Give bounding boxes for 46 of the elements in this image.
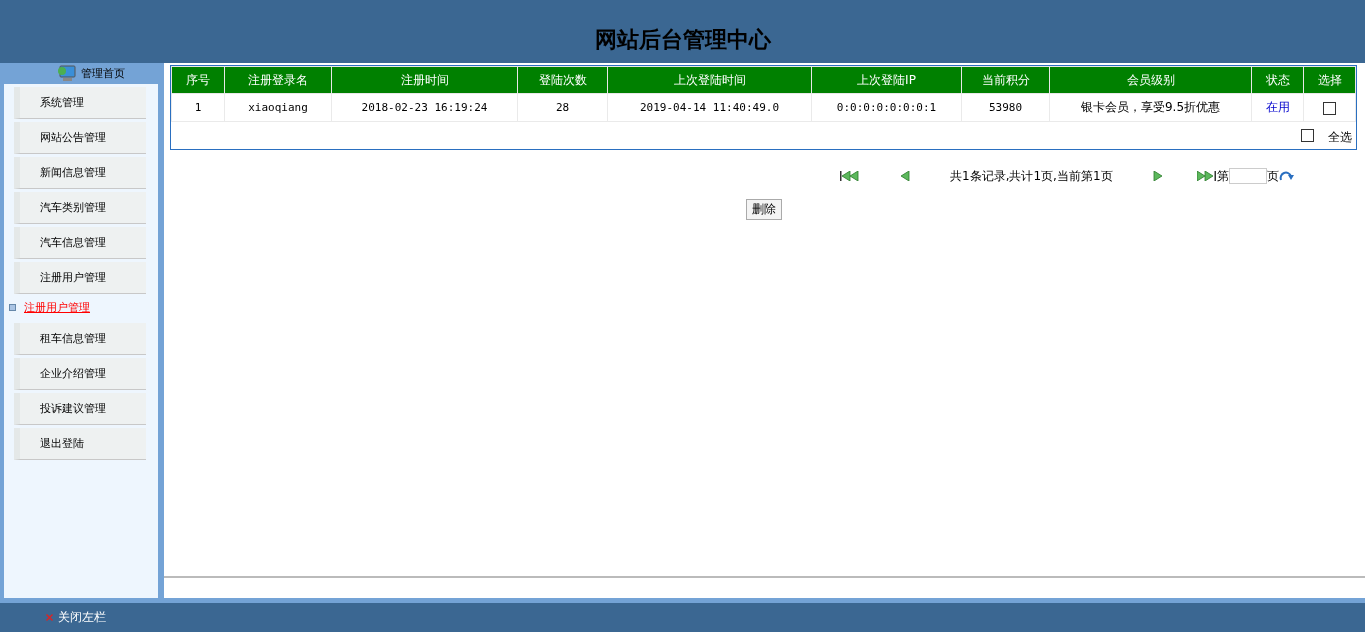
delete-button[interactable]: 删除 — [745, 199, 782, 220]
table-cell: 28 — [517, 93, 608, 122]
sidebar-link[interactable]: 注册用户管理 — [24, 299, 90, 315]
bullet-icon — [9, 303, 16, 311]
page-summary: 共1条记录,共计1页,当前第1页 — [950, 167, 1113, 185]
column-header: 注册时间 — [331, 66, 518, 94]
page-prefix: 第 — [1216, 167, 1229, 185]
table-cell: 2018-02-23 16:19:24 — [331, 93, 518, 122]
column-header: 选择 — [1303, 66, 1356, 94]
table-cell: xiaoqiang — [224, 93, 332, 122]
table-cell: 1 — [171, 93, 225, 122]
first-page-icon[interactable] — [840, 171, 860, 181]
select-all-label: 全选 — [1328, 129, 1352, 146]
table-cell: 0:0:0:0:0:0:0:1 — [811, 93, 962, 122]
column-header: 当前积分 — [961, 66, 1050, 94]
page-input[interactable] — [1228, 168, 1267, 184]
sidebar-item[interactable]: 汽车类别管理 — [14, 192, 146, 224]
page-suffix: 页 — [1266, 167, 1279, 185]
last-page-icon[interactable] — [1196, 171, 1217, 181]
row-checkbox[interactable] — [1323, 101, 1336, 115]
column-header: 序号 — [171, 66, 225, 94]
table-cell: 银卡会员，享受9.5折优惠 — [1049, 93, 1252, 122]
go-arrow-icon[interactable] — [1278, 170, 1295, 182]
sidebar-item[interactable]: 汽车信息管理 — [14, 227, 146, 259]
sidebar-item[interactable]: 投诉建议管理 — [14, 393, 146, 425]
column-header: 注册登录名 — [224, 66, 332, 94]
sidebar-item[interactable]: 退出登陆 — [14, 428, 146, 460]
computer-icon — [57, 64, 77, 83]
column-header: 状态 — [1251, 66, 1304, 94]
sidebar-item[interactable]: 租车信息管理 — [14, 323, 146, 355]
close-sidebar-link[interactable]: 关闭左栏 — [58, 609, 106, 626]
column-header: 登陆次数 — [517, 66, 608, 94]
site-title: 网站后台管理中心 — [594, 26, 771, 54]
table-cell: 2019-04-14 11:40:49.0 — [607, 93, 812, 122]
select-all-checkbox[interactable] — [1301, 129, 1314, 142]
sidebar-item[interactable]: 企业介绍管理 — [14, 358, 146, 390]
sidebar-item[interactable]: 网站公告管理 — [14, 122, 146, 154]
column-header: 上次登陆IP — [811, 66, 962, 94]
table-cell: 53980 — [961, 93, 1050, 122]
previous-page-icon[interactable] — [900, 171, 910, 181]
next-page-icon[interactable] — [1152, 171, 1163, 181]
column-header: 上次登陆时间 — [607, 66, 812, 94]
sidebar-item[interactable]: 新闻信息管理 — [14, 157, 146, 189]
column-header: 会员级别 — [1049, 66, 1252, 94]
sidebar-item[interactable]: 系统管理 — [14, 87, 146, 119]
sidebar-item[interactable]: 注册用户管理 — [14, 262, 146, 294]
